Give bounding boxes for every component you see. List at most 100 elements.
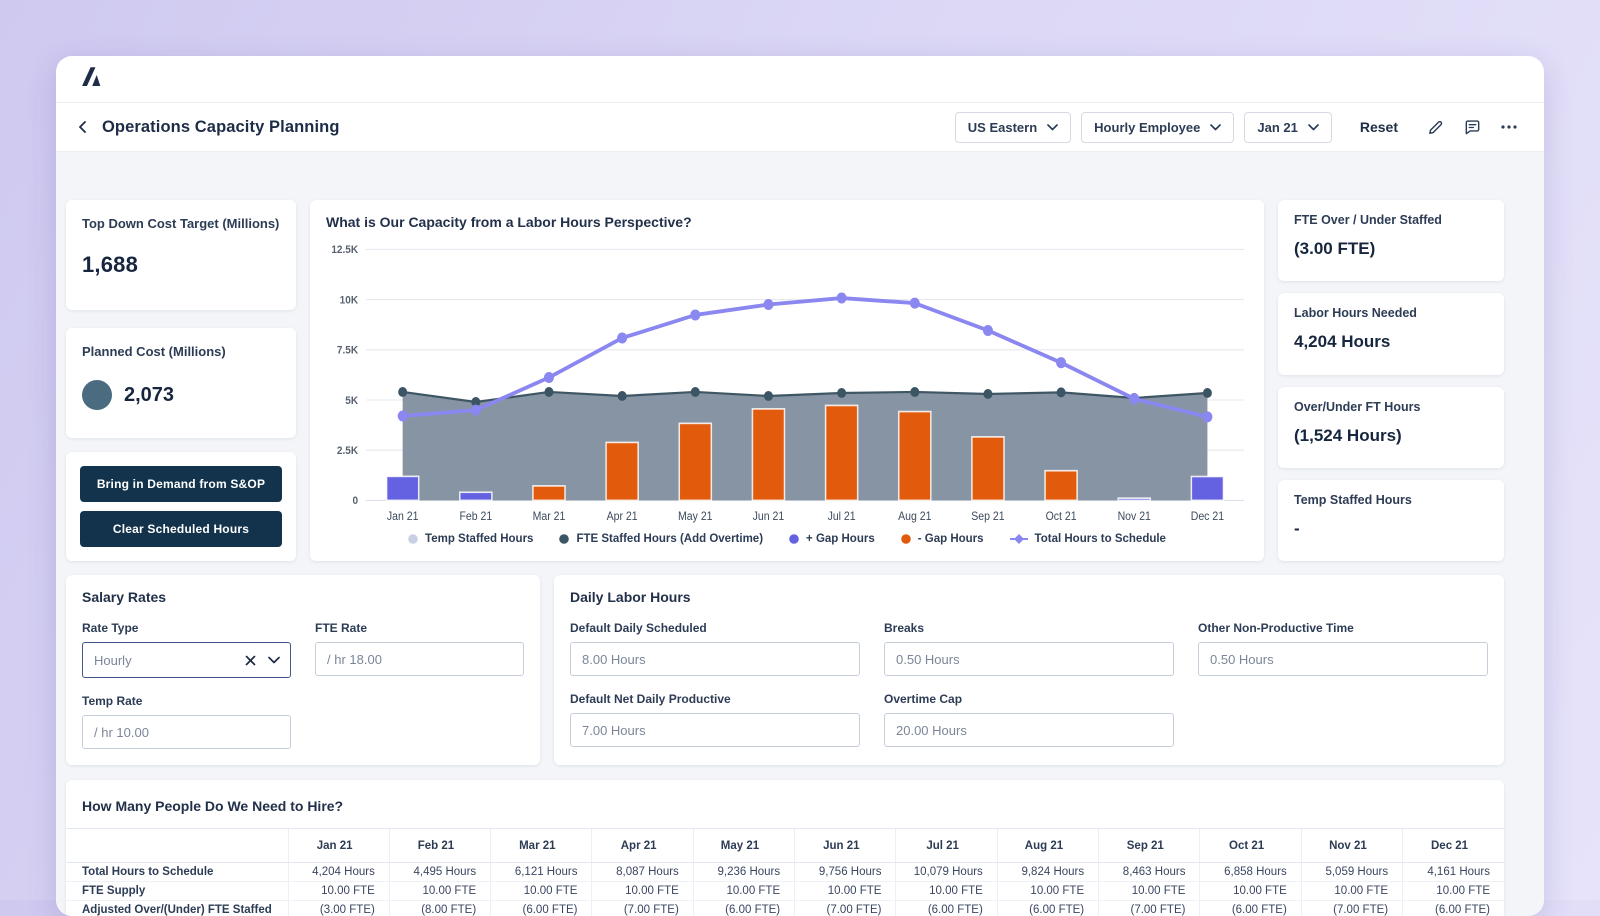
row-label: FTE Supply: [66, 882, 288, 901]
table-cell[interactable]: (6.00 FTE): [491, 901, 592, 916]
cost-target-card: Top Down Cost Target (Millions) 1,688: [66, 200, 296, 310]
table-cell[interactable]: 10.00 FTE: [1099, 882, 1200, 901]
table-cell[interactable]: 10.00 FTE: [1301, 882, 1402, 901]
svg-text:Feb 21: Feb 21: [459, 511, 492, 524]
svg-text:Jul 21: Jul 21: [828, 511, 856, 524]
comment-icon: [1463, 118, 1482, 137]
table-cell[interactable]: 10.00 FTE: [389, 882, 490, 901]
svg-text:0: 0: [352, 495, 358, 508]
table-cell[interactable]: 4,495 Hours: [389, 863, 490, 882]
svg-text:Apr 21: Apr 21: [607, 511, 638, 524]
cost-target-label: Top Down Cost Target (Millions): [82, 216, 280, 232]
table-cell[interactable]: (6.00 FTE): [1200, 901, 1301, 916]
table-cell[interactable]: 9,824 Hours: [997, 863, 1098, 882]
table-cell[interactable]: 6,858 Hours: [1200, 863, 1301, 882]
table-cell[interactable]: 9,756 Hours: [795, 863, 896, 882]
table-cell[interactable]: 10.00 FTE: [1403, 882, 1504, 901]
table-row: Adjusted Over/(Under) FTE Staffed(3.00 F…: [66, 901, 1504, 916]
table-cell[interactable]: (8.00 FTE): [389, 901, 490, 916]
table-cell[interactable]: 10.00 FTE: [693, 882, 794, 901]
clear-hours-button[interactable]: Clear Scheduled Hours: [80, 511, 282, 547]
kpi-label: Over/Under FT Hours: [1294, 400, 1488, 414]
table-cell[interactable]: 8,463 Hours: [1099, 863, 1200, 882]
back-button[interactable]: [72, 116, 94, 138]
legend-label: Temp Staffed Hours: [425, 533, 533, 545]
table-cell[interactable]: 10.00 FTE: [491, 882, 592, 901]
more-options-button[interactable]: [1496, 120, 1522, 134]
daily-labor-hours-title: Daily Labor Hours: [570, 589, 1488, 605]
svg-text:Dec 21: Dec 21: [1191, 511, 1224, 524]
svg-text:10K: 10K: [340, 294, 359, 307]
svg-text:Nov 21: Nov 21: [1118, 511, 1151, 524]
table-cell[interactable]: 10.00 FTE: [997, 882, 1098, 901]
table-cell[interactable]: (7.00 FTE): [592, 901, 693, 916]
table-cell[interactable]: (7.00 FTE): [1099, 901, 1200, 916]
table-cell[interactable]: (3.00 FTE): [288, 901, 389, 916]
employee-type-select[interactable]: Hourly Employee: [1081, 112, 1234, 143]
table-cell[interactable]: (6.00 FTE): [896, 901, 997, 916]
overtime-cap-input[interactable]: [884, 713, 1174, 747]
overtime-cap-label: Overtime Cap: [884, 692, 1174, 706]
bring-demand-button[interactable]: Bring in Demand from S&OP: [80, 466, 282, 502]
default-daily-scheduled-input[interactable]: [570, 642, 860, 676]
rate-type-select[interactable]: Hourly: [82, 642, 291, 678]
chart-title: What is Our Capacity from a Labor Hours …: [326, 214, 1248, 230]
comment-button[interactable]: [1459, 114, 1486, 141]
fte-rate-label: FTE Rate: [315, 621, 524, 635]
edit-button[interactable]: [1422, 114, 1449, 141]
column-header: Apr 21: [592, 829, 693, 863]
kpi-card-0: FTE Over / Under Staffed(3.00 FTE): [1278, 200, 1504, 281]
timezone-select[interactable]: US Eastern: [955, 112, 1071, 143]
svg-text:Sep 21: Sep 21: [971, 511, 1004, 524]
column-header: Feb 21: [389, 829, 490, 863]
reset-button[interactable]: Reset: [1360, 119, 1398, 135]
rate-type-label: Rate Type: [82, 621, 291, 635]
table-cell[interactable]: 4,204 Hours: [288, 863, 389, 882]
temp-rate-input[interactable]: [82, 715, 291, 749]
fte-rate-input[interactable]: [315, 642, 524, 676]
legend-item[interactable]: - Gap Hours: [901, 533, 984, 545]
dashboard-content: Top Down Cost Target (Millions) 1,688 Pl…: [56, 152, 1544, 916]
table-cell[interactable]: 8,087 Hours: [592, 863, 693, 882]
breaks-input[interactable]: [884, 642, 1174, 676]
table-cell[interactable]: 5,059 Hours: [1301, 863, 1402, 882]
table-cell[interactable]: 10.00 FTE: [795, 882, 896, 901]
table-cell[interactable]: (6.00 FTE): [693, 901, 794, 916]
other-non-productive-label: Other Non-Productive Time: [1198, 621, 1488, 635]
default-net-daily-productive-label: Default Net Daily Productive: [570, 692, 860, 706]
svg-text:7.5K: 7.5K: [337, 344, 359, 357]
dot-marker-icon: [789, 534, 799, 544]
legend-item[interactable]: Total Hours to Schedule: [1010, 533, 1166, 545]
table-cell[interactable]: 10.00 FTE: [896, 882, 997, 901]
hire-table-card: How Many People Do We Need to Hire? Jan …: [66, 780, 1504, 916]
page-title: Operations Capacity Planning: [102, 118, 340, 137]
table-cell[interactable]: (7.00 FTE): [795, 901, 896, 916]
line-marker-icon: [1010, 534, 1028, 544]
table-cell[interactable]: 10.00 FTE: [288, 882, 389, 901]
table-cell[interactable]: 6,121 Hours: [491, 863, 592, 882]
svg-text:5K: 5K: [345, 394, 358, 407]
table-cell[interactable]: (6.00 FTE): [1403, 901, 1504, 916]
clear-icon[interactable]: [245, 655, 256, 666]
table-cell[interactable]: (6.00 FTE): [997, 901, 1098, 916]
legend-item[interactable]: + Gap Hours: [789, 533, 875, 545]
cost-target-value: 1,688: [82, 252, 280, 278]
legend-item[interactable]: Temp Staffed Hours: [408, 533, 533, 545]
chevron-down-icon: [1047, 124, 1058, 131]
table-cell[interactable]: 10.00 FTE: [592, 882, 693, 901]
table-cell[interactable]: 9,236 Hours: [693, 863, 794, 882]
legend-item[interactable]: FTE Staffed Hours (Add Overtime): [559, 533, 763, 545]
column-header: Nov 21: [1301, 829, 1402, 863]
table-cell[interactable]: 4,161 Hours: [1403, 863, 1504, 882]
chevron-down-icon[interactable]: [268, 656, 280, 664]
other-non-productive-input[interactable]: [1198, 642, 1488, 676]
table-cell[interactable]: 10.00 FTE: [1200, 882, 1301, 901]
table-cell[interactable]: (7.00 FTE): [1301, 901, 1402, 916]
kpi-label: Labor Hours Needed: [1294, 306, 1488, 320]
svg-text:Jan 21: Jan 21: [387, 511, 419, 524]
default-net-daily-productive-input[interactable]: [570, 713, 860, 747]
table-cell[interactable]: 10,079 Hours: [896, 863, 997, 882]
capacity-chart[interactable]: 02.5K5K7.5K10K12.5KJan 21Feb 21Mar 21Apr…: [326, 234, 1248, 529]
rate-type-value: Hourly: [94, 653, 245, 668]
period-select[interactable]: Jan 21: [1244, 112, 1331, 143]
